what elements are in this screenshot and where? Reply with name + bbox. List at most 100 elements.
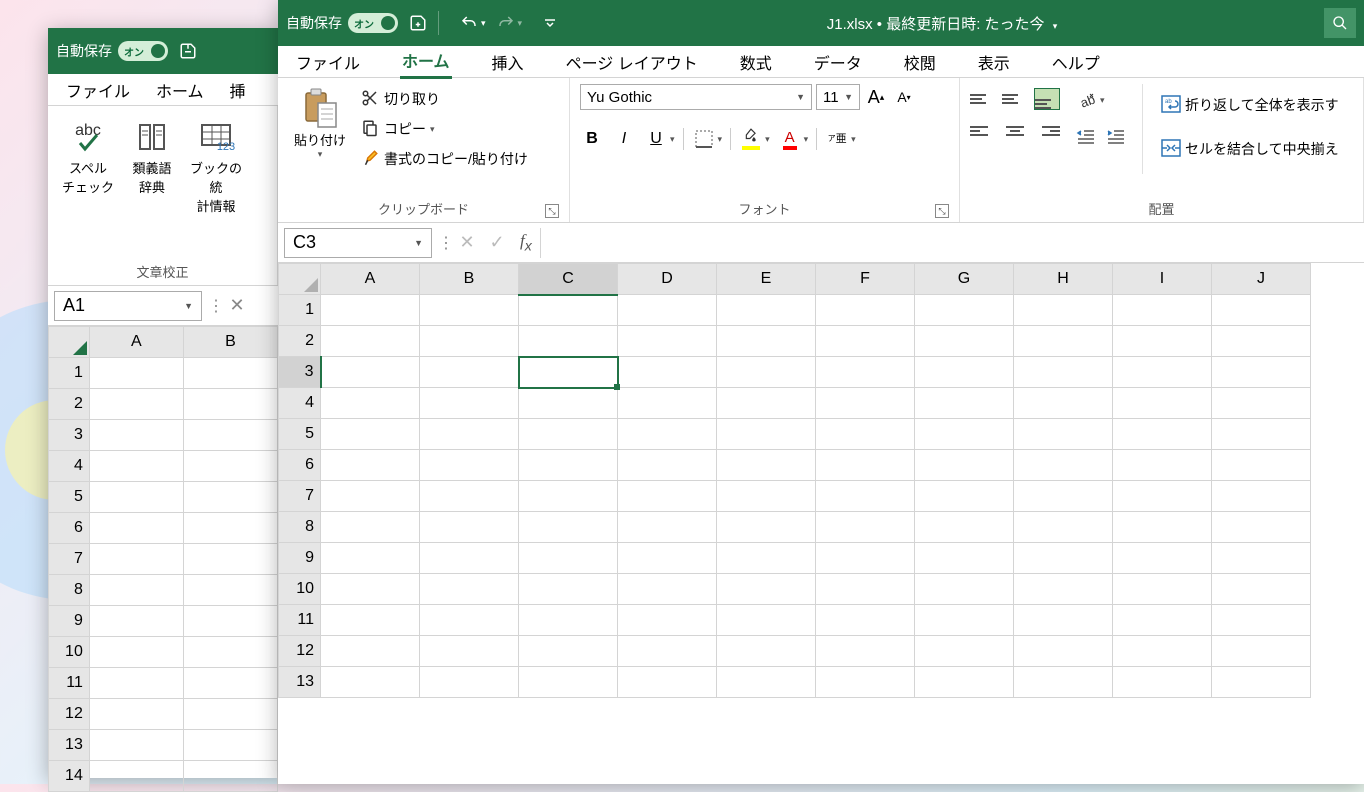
name-box-back[interactable]: A1 ▼ — [54, 291, 202, 321]
cell[interactable] — [618, 512, 717, 543]
cell[interactable] — [183, 389, 277, 420]
cell[interactable] — [915, 667, 1014, 698]
column-header[interactable]: J — [1212, 264, 1311, 295]
column-header[interactable]: A — [89, 327, 183, 358]
cell[interactable] — [1014, 357, 1113, 388]
column-header[interactable]: E — [717, 264, 816, 295]
grid-back[interactable]: AB1234567891011121314 — [48, 326, 278, 792]
cell[interactable] — [1212, 326, 1311, 357]
row-header[interactable]: 4 — [279, 388, 321, 419]
column-header[interactable]: H — [1014, 264, 1113, 295]
cell[interactable] — [717, 450, 816, 481]
cut-button[interactable]: 切り取り — [356, 84, 532, 114]
cell[interactable] — [915, 419, 1014, 450]
cell[interactable] — [183, 575, 277, 606]
row-header[interactable]: 2 — [279, 326, 321, 357]
cell[interactable] — [519, 636, 618, 667]
cell[interactable] — [1113, 295, 1212, 326]
cell[interactable] — [321, 543, 420, 574]
cell[interactable] — [321, 605, 420, 636]
column-header[interactable]: A — [321, 264, 420, 295]
cell[interactable] — [816, 481, 915, 512]
cell[interactable] — [89, 420, 183, 451]
tab-file[interactable]: ファイル — [64, 74, 132, 106]
cell[interactable] — [183, 358, 277, 389]
cell[interactable] — [420, 512, 519, 543]
align-left-button[interactable] — [970, 120, 996, 142]
cell[interactable] — [717, 357, 816, 388]
align-top-button[interactable] — [970, 88, 996, 110]
cell[interactable] — [321, 574, 420, 605]
cell[interactable] — [183, 730, 277, 761]
cell[interactable] — [1212, 574, 1311, 605]
dialog-launcher-icon[interactable]: ⤡ — [935, 204, 949, 218]
cell[interactable] — [1113, 574, 1212, 605]
cell[interactable] — [183, 513, 277, 544]
cell[interactable] — [618, 326, 717, 357]
tab-home[interactable]: ホーム — [154, 74, 206, 106]
cell[interactable] — [915, 326, 1014, 357]
select-all-corner[interactable] — [49, 327, 90, 358]
select-all-corner[interactable] — [279, 264, 321, 295]
column-header[interactable]: I — [1113, 264, 1212, 295]
cell[interactable] — [618, 543, 717, 574]
italic-button[interactable]: I — [612, 127, 636, 151]
decrease-font-button[interactable]: A▾ — [892, 85, 916, 109]
cell[interactable] — [1014, 388, 1113, 419]
orientation-button[interactable]: ab — [1074, 88, 1098, 112]
row-header[interactable]: 13 — [49, 730, 90, 761]
chevron-down-icon[interactable]: ▾ — [481, 18, 486, 29]
cell[interactable] — [618, 481, 717, 512]
tab-校閲[interactable]: 校閲 — [902, 46, 938, 78]
dialog-launcher-icon[interactable]: ⤡ — [545, 204, 559, 218]
cell[interactable] — [321, 636, 420, 667]
cell[interactable] — [89, 544, 183, 575]
cell[interactable] — [1113, 605, 1212, 636]
font-color-button[interactable]: A — [778, 127, 802, 151]
cell[interactable] — [1212, 357, 1311, 388]
cell[interactable] — [1113, 450, 1212, 481]
cell[interactable] — [1212, 512, 1311, 543]
cell[interactable] — [1014, 636, 1113, 667]
cell[interactable] — [717, 481, 816, 512]
row-header[interactable]: 10 — [49, 637, 90, 668]
autosave-toggle[interactable]: オン — [118, 41, 168, 61]
cell[interactable] — [89, 668, 183, 699]
cell[interactable] — [321, 419, 420, 450]
cell[interactable] — [1113, 419, 1212, 450]
row-header[interactable]: 6 — [49, 513, 90, 544]
align-center-button[interactable] — [1002, 120, 1028, 142]
column-header[interactable]: G — [915, 264, 1014, 295]
cell[interactable] — [420, 605, 519, 636]
cell[interactable] — [89, 358, 183, 389]
cell[interactable] — [717, 574, 816, 605]
cell[interactable] — [420, 450, 519, 481]
cell[interactable] — [321, 512, 420, 543]
spellcheck-button[interactable]: abc スペル チェック — [58, 112, 118, 200]
cell[interactable] — [519, 667, 618, 698]
row-header[interactable]: 2 — [49, 389, 90, 420]
cell[interactable] — [1113, 388, 1212, 419]
cell[interactable] — [519, 295, 618, 326]
cell[interactable] — [717, 512, 816, 543]
cell[interactable] — [321, 388, 420, 419]
cell[interactable] — [519, 543, 618, 574]
row-header[interactable]: 3 — [49, 420, 90, 451]
cell[interactable] — [89, 730, 183, 761]
cell[interactable] — [519, 512, 618, 543]
row-header[interactable]: 1 — [49, 358, 90, 389]
cell[interactable] — [420, 357, 519, 388]
row-header[interactable]: 11 — [49, 668, 90, 699]
wrap-text-button[interactable]: ab 折り返して全体を表示す — [1157, 90, 1343, 120]
cell[interactable] — [89, 606, 183, 637]
tab-ファイル[interactable]: ファイル — [294, 46, 362, 78]
cell[interactable] — [816, 357, 915, 388]
cell[interactable] — [1014, 543, 1113, 574]
underline-button[interactable]: U — [644, 127, 668, 151]
cell[interactable] — [717, 543, 816, 574]
autosave-toggle[interactable]: オン — [348, 13, 398, 33]
cell[interactable] — [519, 450, 618, 481]
save-icon[interactable] — [408, 13, 428, 33]
cell[interactable] — [915, 543, 1014, 574]
column-header[interactable]: B — [420, 264, 519, 295]
